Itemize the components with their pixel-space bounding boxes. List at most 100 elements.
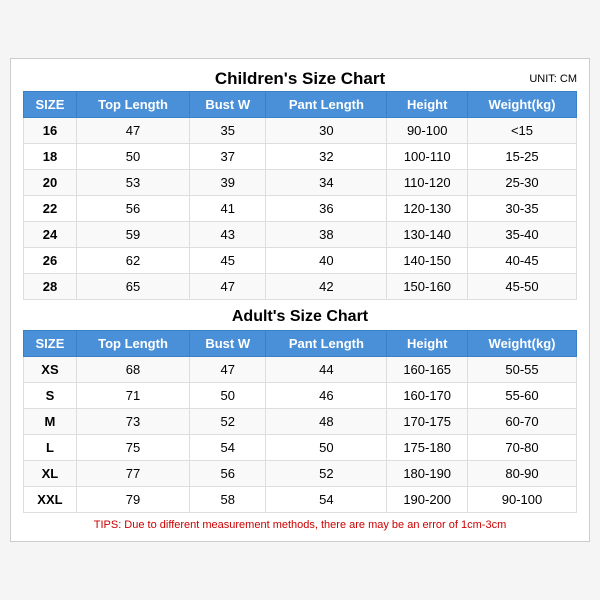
table-cell: 26 — [24, 248, 77, 274]
table-cell: 46 — [266, 383, 387, 409]
adult-col-size: SIZE — [24, 331, 77, 357]
table-row: 24594338130-14035-40 — [24, 222, 577, 248]
adult-col-height: Height — [387, 331, 468, 357]
table-cell: <15 — [468, 118, 577, 144]
table-row: M735248170-17560-70 — [24, 409, 577, 435]
table-cell: 36 — [266, 196, 387, 222]
children-section-header: Children's Size Chart UNIT: CM — [23, 69, 577, 89]
table-cell: 100-110 — [387, 144, 468, 170]
table-cell: XL — [24, 461, 77, 487]
table-cell: 71 — [76, 383, 189, 409]
table-cell: 73 — [76, 409, 189, 435]
table-cell: 47 — [190, 357, 266, 383]
children-size-table: SIZE Top Length Bust W Pant Length Heigh… — [23, 91, 577, 300]
table-cell: 54 — [190, 435, 266, 461]
table-cell: 34 — [266, 170, 387, 196]
table-cell: 56 — [190, 461, 266, 487]
table-cell: 42 — [266, 274, 387, 300]
children-title: Children's Size Chart — [215, 69, 385, 88]
table-cell: 90-100 — [468, 487, 577, 513]
table-cell: 22 — [24, 196, 77, 222]
table-cell: M — [24, 409, 77, 435]
table-cell: 20 — [24, 170, 77, 196]
table-cell: 140-150 — [387, 248, 468, 274]
table-row: 18503732100-11015-25 — [24, 144, 577, 170]
adults-title: Adult's Size Chart — [232, 308, 368, 325]
table-cell: 130-140 — [387, 222, 468, 248]
table-cell: 47 — [190, 274, 266, 300]
table-cell: 58 — [190, 487, 266, 513]
size-chart-container: Children's Size Chart UNIT: CM SIZE Top … — [10, 58, 590, 542]
table-cell: 65 — [76, 274, 189, 300]
table-cell: XS — [24, 357, 77, 383]
col-pant-length: Pant Length — [266, 92, 387, 118]
col-size: SIZE — [24, 92, 77, 118]
table-cell: 80-90 — [468, 461, 577, 487]
table-cell: S — [24, 383, 77, 409]
table-cell: 50 — [190, 383, 266, 409]
table-cell: 32 — [266, 144, 387, 170]
table-cell: 54 — [266, 487, 387, 513]
table-cell: 28 — [24, 274, 77, 300]
table-row: XXL795854190-20090-100 — [24, 487, 577, 513]
adult-col-pant-length: Pant Length — [266, 331, 387, 357]
table-cell: 52 — [190, 409, 266, 435]
adults-header-row: SIZE Top Length Bust W Pant Length Heigh… — [24, 331, 577, 357]
table-cell: 30 — [266, 118, 387, 144]
table-cell: 47 — [76, 118, 189, 144]
table-cell: 24 — [24, 222, 77, 248]
table-cell: 35 — [190, 118, 266, 144]
table-row: L755450175-18070-80 — [24, 435, 577, 461]
table-cell: 190-200 — [387, 487, 468, 513]
table-cell: 79 — [76, 487, 189, 513]
table-cell: 120-130 — [387, 196, 468, 222]
table-cell: 16 — [24, 118, 77, 144]
table-cell: 68 — [76, 357, 189, 383]
table-cell: 41 — [190, 196, 266, 222]
table-cell: 35-40 — [468, 222, 577, 248]
table-cell: 75 — [76, 435, 189, 461]
table-cell: 44 — [266, 357, 387, 383]
table-cell: 175-180 — [387, 435, 468, 461]
table-cell: 90-100 — [387, 118, 468, 144]
table-cell: 53 — [76, 170, 189, 196]
unit-label: UNIT: CM — [529, 73, 577, 85]
table-cell: 50 — [266, 435, 387, 461]
col-height: Height — [387, 92, 468, 118]
children-header-row: SIZE Top Length Bust W Pant Length Heigh… — [24, 92, 577, 118]
table-row: S715046160-17055-60 — [24, 383, 577, 409]
table-row: 20533934110-12025-30 — [24, 170, 577, 196]
table-cell: 48 — [266, 409, 387, 435]
table-cell: L — [24, 435, 77, 461]
col-bust-w: Bust W — [190, 92, 266, 118]
table-cell: 160-170 — [387, 383, 468, 409]
table-cell: 160-165 — [387, 357, 468, 383]
adult-col-weight: Weight(kg) — [468, 331, 577, 357]
table-cell: 18 — [24, 144, 77, 170]
table-cell: 55-60 — [468, 383, 577, 409]
table-cell: 38 — [266, 222, 387, 248]
table-cell: 45 — [190, 248, 266, 274]
adult-col-bust-w: Bust W — [190, 331, 266, 357]
table-cell: 170-175 — [387, 409, 468, 435]
col-top-length: Top Length — [76, 92, 189, 118]
table-row: 22564136120-13030-35 — [24, 196, 577, 222]
table-cell: 45-50 — [468, 274, 577, 300]
table-cell: 180-190 — [387, 461, 468, 487]
table-cell: 40 — [266, 248, 387, 274]
table-cell: 52 — [266, 461, 387, 487]
table-row: XL775652180-19080-90 — [24, 461, 577, 487]
table-cell: 70-80 — [468, 435, 577, 461]
table-cell: 39 — [190, 170, 266, 196]
table-cell: 43 — [190, 222, 266, 248]
table-row: 28654742150-16045-50 — [24, 274, 577, 300]
table-cell: 50-55 — [468, 357, 577, 383]
table-cell: 37 — [190, 144, 266, 170]
adult-col-top-length: Top Length — [76, 331, 189, 357]
table-row: XS684744160-16550-55 — [24, 357, 577, 383]
table-cell: 150-160 — [387, 274, 468, 300]
table-cell: 40-45 — [468, 248, 577, 274]
table-cell: 60-70 — [468, 409, 577, 435]
table-cell: 62 — [76, 248, 189, 274]
table-cell: 77 — [76, 461, 189, 487]
